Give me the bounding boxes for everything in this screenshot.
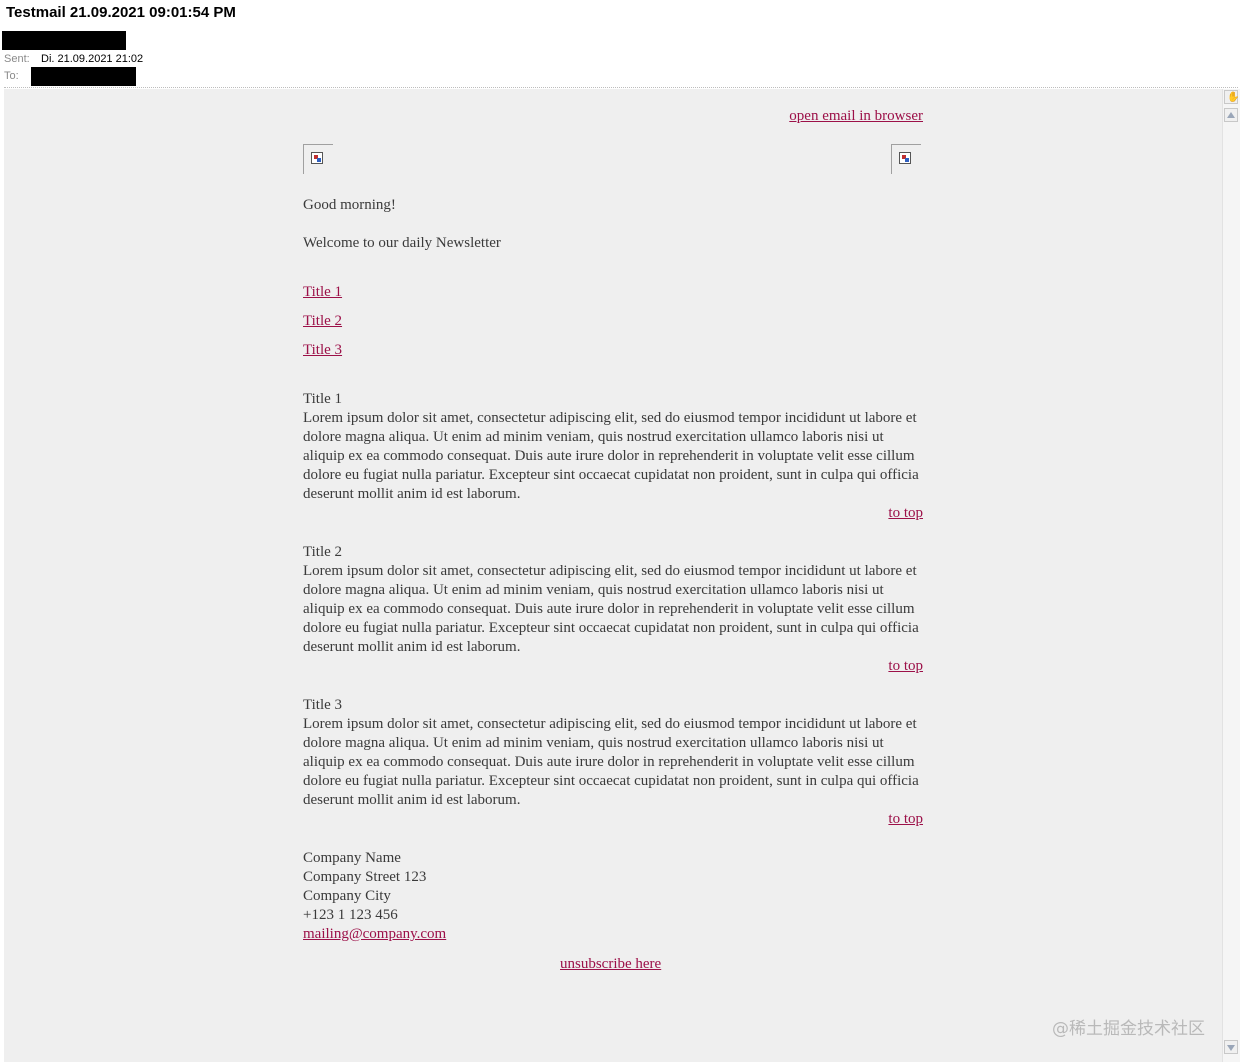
welcome-text: Welcome to our daily Newsletter [303, 235, 501, 251]
article-body: Lorem ipsum dolor sit amet, consectetur … [303, 716, 919, 808]
company-email-link[interactable]: mailing@company.com [303, 926, 446, 942]
article-title: Title 3 [303, 697, 343, 713]
sent-value: Di. 21.09.2021 21:02 [41, 53, 144, 65]
article-section-2: Title 2 Lorem ipsum dolor sit amet, cons… [303, 543, 923, 674]
article-section-3: Title 3 Lorem ipsum dolor sit amet, cons… [303, 696, 923, 827]
article-title: Title 1 [303, 391, 343, 407]
company-footer: Company Name Company Street 123 Company … [303, 849, 446, 944]
article-body: Lorem ipsum dolor sit amet, consectetur … [303, 410, 919, 502]
redacted-sender [2, 31, 126, 50]
to-top-link[interactable]: to top [888, 657, 923, 676]
watermark: @稀土掘金技术社区 [1052, 1019, 1205, 1039]
broken-image-icon [303, 144, 333, 174]
email-body[interactable]: open email in browser Good morning! Welc… [4, 89, 1222, 1062]
unsubscribe-link[interactable]: unsubscribe here [560, 955, 661, 974]
toc-link-title-2[interactable]: Title 2 [303, 312, 342, 331]
vertical-scrollbar[interactable]: ✋ [1222, 89, 1240, 1062]
scroll-up-icon[interactable] [1224, 108, 1238, 122]
scroll-down-icon[interactable] [1224, 1040, 1238, 1054]
toc-link-title-1[interactable]: Title 1 [303, 283, 342, 302]
company-street: Company Street 123 [303, 869, 427, 885]
to-label: To: [4, 70, 19, 82]
company-name: Company Name [303, 850, 401, 866]
greeting-text: Good morning! [303, 197, 396, 213]
broken-image-icon [891, 144, 921, 174]
hand-icon[interactable]: ✋ [1224, 90, 1239, 104]
company-city: Company City [303, 888, 391, 904]
article-section-1: Title 1 Lorem ipsum dolor sit amet, cons… [303, 390, 923, 521]
article-title: Title 2 [303, 544, 343, 560]
toc-link-title-3[interactable]: Title 3 [303, 341, 342, 360]
to-top-link[interactable]: to top [888, 810, 923, 829]
article-body: Lorem ipsum dolor sit amet, consectetur … [303, 563, 919, 655]
company-phone: +123 1 123 456 [303, 907, 398, 923]
sent-label: Sent: [4, 53, 30, 65]
redacted-recipient [31, 67, 136, 86]
open-in-browser-link[interactable]: open email in browser [789, 107, 923, 126]
header-separator [4, 87, 1238, 88]
email-subject: Testmail 21.09.2021 09:01:54 PM [6, 4, 236, 21]
to-top-link[interactable]: to top [888, 504, 923, 523]
